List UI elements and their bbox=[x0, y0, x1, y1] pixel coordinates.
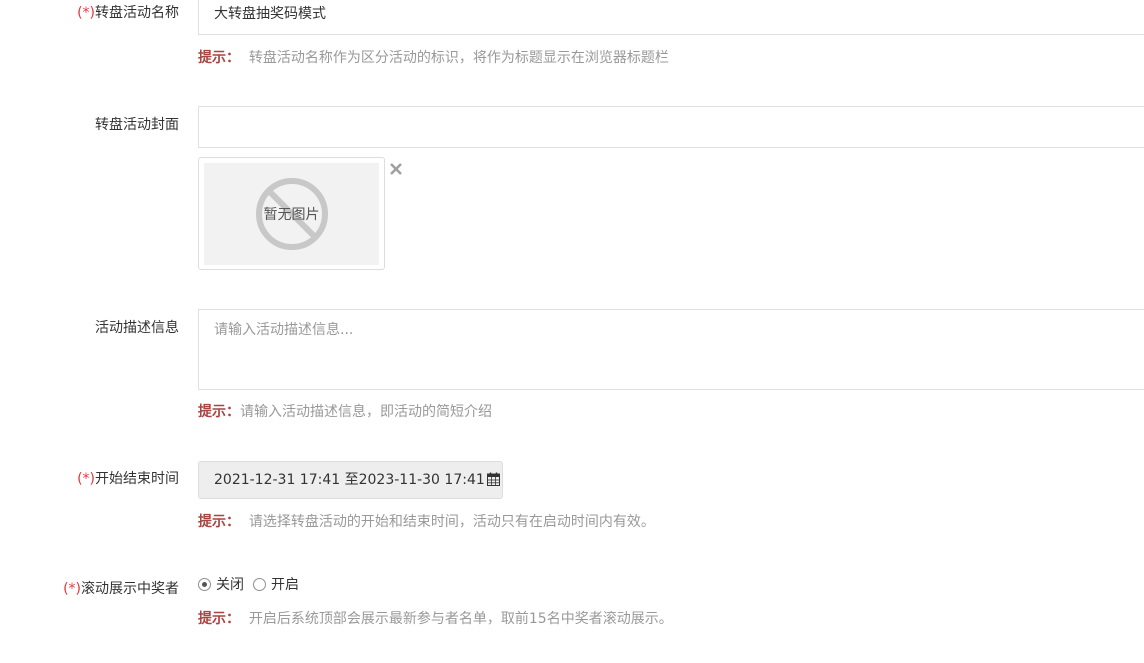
description-label: 活动描述信息 bbox=[95, 320, 179, 336]
required-mark: (*) bbox=[63, 581, 81, 597]
cover-label: 转盘活动封面 bbox=[95, 117, 179, 133]
description-textarea[interactable]: 请输入活动描述信息... bbox=[198, 309, 1144, 390]
activity-name-input[interactable]: 大转盘抽奖码模式 bbox=[198, 0, 1144, 35]
name-hint: 提示： 转盘活动名称作为区分活动的标识，将作为标题显示在浏览器标题栏 bbox=[198, 50, 669, 66]
scroll-winners-radio-group: 关闭 开启 bbox=[198, 575, 299, 595]
close-icon[interactable] bbox=[389, 162, 405, 178]
name-label: (*)转盘活动名称 bbox=[77, 5, 179, 21]
date-range-input[interactable]: 2021-12-31 17:41 至2023-11-30 17:41 bbox=[198, 461, 503, 499]
required-mark: (*) bbox=[77, 5, 95, 21]
description-hint: 提示：请输入活动描述信息，即活动的简短介绍 bbox=[198, 404, 492, 420]
no-image-text: 暂无图片 bbox=[263, 207, 320, 223]
activity-form: (*)转盘活动名称 大转盘抽奖码模式 提示： 转盘活动名称作为区分活动的标识，将… bbox=[0, 0, 1144, 663]
scroll-winners-label: (*)滚动展示中奖者 bbox=[63, 581, 179, 597]
time-label: (*)开始结束时间 bbox=[77, 471, 179, 487]
radio-option-off[interactable]: 关闭 bbox=[198, 575, 244, 595]
required-mark: (*) bbox=[77, 471, 95, 487]
cover-url-input[interactable] bbox=[198, 106, 1144, 148]
cover-placeholder: 暂无图片 bbox=[204, 163, 379, 265]
radio-off[interactable] bbox=[198, 578, 211, 591]
radio-on[interactable] bbox=[253, 578, 266, 591]
cover-thumbnail[interactable]: 暂无图片 bbox=[198, 157, 385, 270]
scroll-winners-hint: 提示： 开启后系统顶部会展示最新参与者名单，取前15名中奖者滚动展示。 bbox=[198, 611, 673, 627]
radio-option-on[interactable]: 开启 bbox=[253, 575, 299, 595]
time-hint: 提示： 请选择转盘活动的开始和结束时间，活动只有在启动时间内有效。 bbox=[198, 514, 655, 530]
calendar-icon bbox=[486, 464, 500, 500]
